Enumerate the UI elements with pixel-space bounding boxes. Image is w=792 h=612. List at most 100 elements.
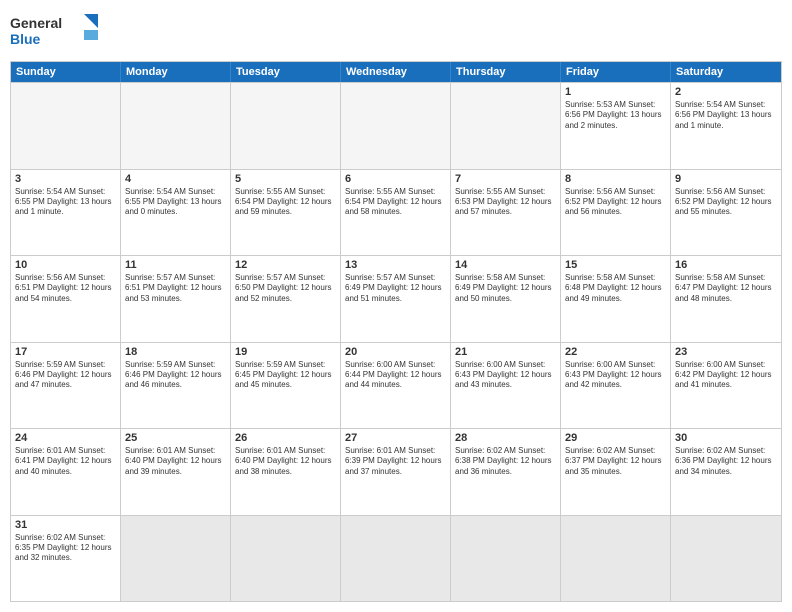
day-content: Sunrise: 5:56 AM Sunset: 6:52 PM Dayligh… [565, 187, 666, 218]
calendar-cell [671, 516, 781, 602]
calendar-cell [451, 83, 561, 169]
day-number: 4 [125, 173, 226, 185]
day-number: 30 [675, 432, 777, 444]
calendar-header-row: SundayMondayTuesdayWednesdayThursdayFrid… [11, 62, 781, 82]
calendar-cell [121, 516, 231, 602]
day-content: Sunrise: 5:54 AM Sunset: 6:55 PM Dayligh… [125, 187, 226, 218]
day-content: Sunrise: 6:00 AM Sunset: 6:43 PM Dayligh… [565, 360, 666, 391]
day-content: Sunrise: 5:56 AM Sunset: 6:51 PM Dayligh… [15, 273, 116, 304]
day-number: 22 [565, 346, 666, 358]
day-number: 28 [455, 432, 556, 444]
day-number: 7 [455, 173, 556, 185]
day-content: Sunrise: 6:02 AM Sunset: 6:36 PM Dayligh… [675, 446, 777, 477]
calendar-cell: 1 Sunrise: 5:53 AM Sunset: 6:56 PM Daylig… [561, 83, 671, 169]
day-content: Sunrise: 6:01 AM Sunset: 6:40 PM Dayligh… [235, 446, 336, 477]
day-header-thursday: Thursday [451, 62, 561, 82]
day-header-saturday: Saturday [671, 62, 781, 82]
calendar-row-1: 1 Sunrise: 5:53 AM Sunset: 6:56 PM Daylig… [11, 82, 781, 169]
calendar-cell [341, 83, 451, 169]
calendar-cell [231, 83, 341, 169]
calendar-cell: 4 Sunrise: 5:54 AM Sunset: 6:55 PM Daylig… [121, 170, 231, 256]
day-number: 23 [675, 346, 777, 358]
day-number: 1 [565, 86, 666, 98]
calendar-cell: 22 Sunrise: 6:00 AM Sunset: 6:43 PM Dayli… [561, 343, 671, 429]
day-content: Sunrise: 5:56 AM Sunset: 6:52 PM Dayligh… [675, 187, 777, 218]
logo: General Blue [10, 10, 100, 55]
day-content: Sunrise: 5:54 AM Sunset: 6:56 PM Dayligh… [675, 100, 777, 131]
day-number: 29 [565, 432, 666, 444]
day-content: Sunrise: 5:57 AM Sunset: 6:50 PM Dayligh… [235, 273, 336, 304]
day-number: 16 [675, 259, 777, 271]
calendar-cell: 6Sunrise: 5:55 AM Sunset: 6:54 PM Daylig… [341, 170, 451, 256]
calendar-row-5: 24Sunrise: 6:01 AM Sunset: 6:41 PM Dayli… [11, 428, 781, 515]
calendar-cell: 28Sunrise: 6:02 AM Sunset: 6:38 PM Dayli… [451, 429, 561, 515]
calendar-cell: 21 Sunrise: 6:00 AM Sunset: 6:43 PM Dayli… [451, 343, 561, 429]
day-content: Sunrise: 5:57 AM Sunset: 6:51 PM Dayligh… [125, 273, 226, 304]
calendar-cell: 26 Sunrise: 6:01 AM Sunset: 6:40 PM Dayli… [231, 429, 341, 515]
day-number: 31 [15, 519, 116, 531]
day-content: Sunrise: 6:00 AM Sunset: 6:42 PM Dayligh… [675, 360, 777, 391]
svg-text:General: General [10, 15, 62, 31]
calendar-cell: 14 Sunrise: 5:58 AM Sunset: 6:49 PM Dayli… [451, 256, 561, 342]
day-content: Sunrise: 6:01 AM Sunset: 6:40 PM Dayligh… [125, 446, 226, 477]
calendar-cell: 25Sunrise: 6:01 AM Sunset: 6:40 PM Dayli… [121, 429, 231, 515]
day-content: Sunrise: 5:58 AM Sunset: 6:49 PM Dayligh… [455, 273, 556, 304]
day-number: 27 [345, 432, 446, 444]
logo-svg: General Blue [10, 10, 100, 55]
calendar-cell: 7Sunrise: 5:55 AM Sunset: 6:53 PM Daylig… [451, 170, 561, 256]
calendar-cell: 3Sunrise: 5:54 AM Sunset: 6:55 PM Daylig… [11, 170, 121, 256]
calendar: SundayMondayTuesdayWednesdayThursdayFrid… [10, 61, 782, 602]
calendar-row-4: 17Sunrise: 5:59 AM Sunset: 6:46 PM Dayli… [11, 342, 781, 429]
calendar-cell: 18Sunrise: 5:59 AM Sunset: 6:46 PM Dayli… [121, 343, 231, 429]
day-content: Sunrise: 5:57 AM Sunset: 6:49 PM Dayligh… [345, 273, 446, 304]
day-content: Sunrise: 5:58 AM Sunset: 6:47 PM Dayligh… [675, 273, 777, 304]
day-content: Sunrise: 6:01 AM Sunset: 6:39 PM Dayligh… [345, 446, 446, 477]
calendar-cell: 12 Sunrise: 5:57 AM Sunset: 6:50 PM Dayli… [231, 256, 341, 342]
day-number: 8 [565, 173, 666, 185]
calendar-row-2: 3 Sunrise: 5:54 AM Sunset: 6:55 PM Daylig… [11, 169, 781, 256]
calendar-cell: 16 Sunrise: 5:58 AM Sunset: 6:47 PM Dayli… [671, 256, 781, 342]
day-number: 3 [15, 173, 116, 185]
day-content: Sunrise: 6:02 AM Sunset: 6:35 PM Dayligh… [15, 533, 116, 564]
day-content: Sunrise: 5:53 AM Sunset: 6:56 PM Dayligh… [565, 100, 666, 131]
day-number: 6 [345, 173, 446, 185]
day-number: 5 [235, 173, 336, 185]
day-number: 26 [235, 432, 336, 444]
day-header-friday: Friday [561, 62, 671, 82]
svg-text:Blue: Blue [10, 31, 41, 47]
calendar-cell: 13 Sunrise: 5:57 AM Sunset: 6:49 PM Dayli… [341, 256, 451, 342]
day-header-sunday: Sunday [11, 62, 121, 82]
day-number: 14 [455, 259, 556, 271]
calendar-cell: 20Sunrise: 6:00 AM Sunset: 6:44 PM Dayli… [341, 343, 451, 429]
calendar-cell [561, 516, 671, 602]
day-number: 21 [455, 346, 556, 358]
calendar-cell [121, 83, 231, 169]
calendar-cell [231, 516, 341, 602]
day-number: 2 [675, 86, 777, 98]
calendar-cell: 2 Sunrise: 5:54 AM Sunset: 6:56 PM Daylig… [671, 83, 781, 169]
calendar-cell [11, 83, 121, 169]
calendar-cell: 24Sunrise: 6:01 AM Sunset: 6:41 PM Dayli… [11, 429, 121, 515]
calendar-cell [341, 516, 451, 602]
calendar-body: 1 Sunrise: 5:53 AM Sunset: 6:56 PM Daylig… [11, 82, 781, 601]
day-content: Sunrise: 5:58 AM Sunset: 6:48 PM Dayligh… [565, 273, 666, 304]
day-content: Sunrise: 6:00 AM Sunset: 6:43 PM Dayligh… [455, 360, 556, 391]
day-content: Sunrise: 6:01 AM Sunset: 6:41 PM Dayligh… [15, 446, 116, 477]
day-number: 19 [235, 346, 336, 358]
calendar-cell [451, 516, 561, 602]
calendar-row-3: 10Sunrise: 5:56 AM Sunset: 6:51 PM Dayli… [11, 255, 781, 342]
calendar-cell: 15Sunrise: 5:58 AM Sunset: 6:48 PM Dayli… [561, 256, 671, 342]
day-number: 12 [235, 259, 336, 271]
calendar-cell: 30 Sunrise: 6:02 AM Sunset: 6:36 PM Dayli… [671, 429, 781, 515]
day-number: 18 [125, 346, 226, 358]
calendar-cell: 9Sunrise: 5:56 AM Sunset: 6:52 PM Daylig… [671, 170, 781, 256]
day-number: 17 [15, 346, 116, 358]
calendar-cell: 23 Sunrise: 6:00 AM Sunset: 6:42 PM Dayli… [671, 343, 781, 429]
day-header-tuesday: Tuesday [231, 62, 341, 82]
calendar-cell: 31 Sunrise: 6:02 AM Sunset: 6:35 PM Dayli… [11, 516, 121, 602]
day-number: 13 [345, 259, 446, 271]
calendar-row-6: 31 Sunrise: 6:02 AM Sunset: 6:35 PM Dayli… [11, 515, 781, 602]
page-header: General Blue [10, 10, 782, 55]
calendar-cell: 5Sunrise: 5:55 AM Sunset: 6:54 PM Daylig… [231, 170, 341, 256]
day-number: 11 [125, 259, 226, 271]
